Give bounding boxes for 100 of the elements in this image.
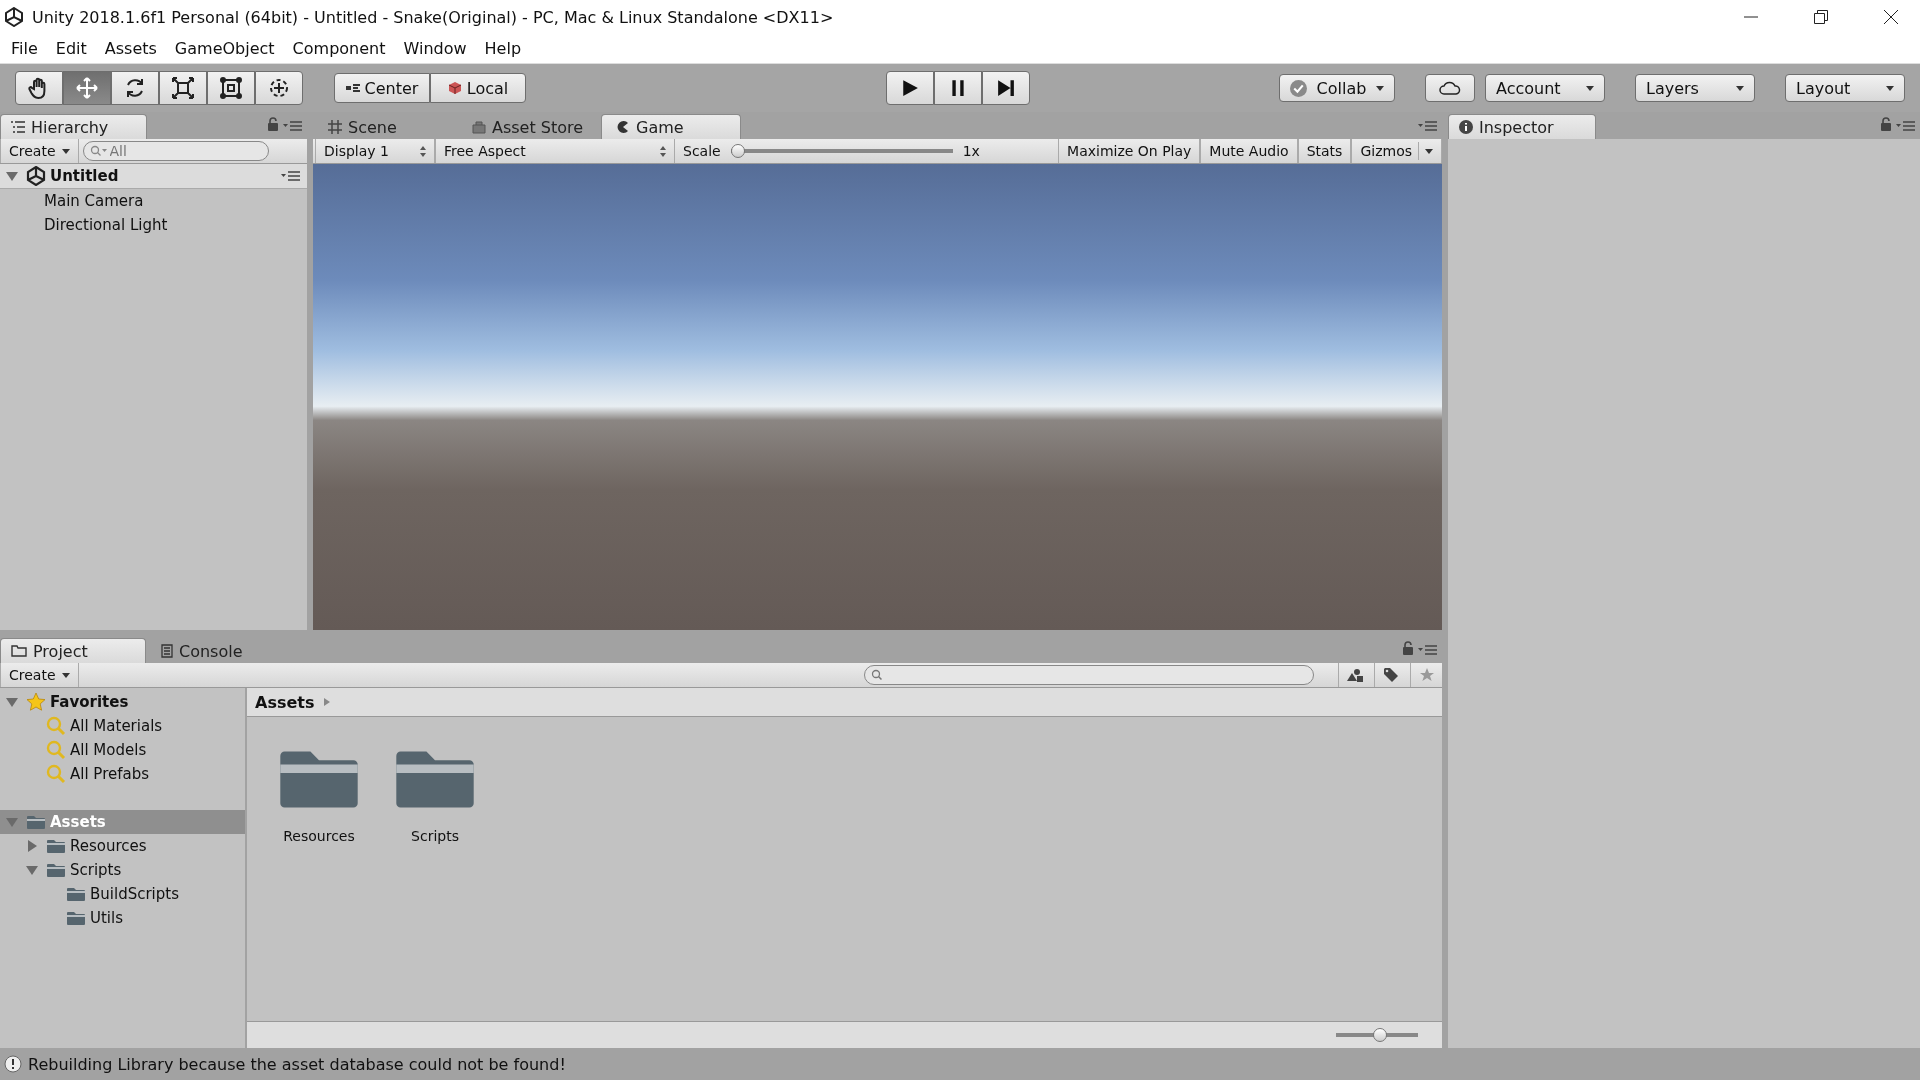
aspect-dropdown[interactable]: Free Aspect xyxy=(435,139,675,163)
asset-tile[interactable]: Resources xyxy=(275,743,363,844)
panel-tab[interactable]: Project xyxy=(0,638,146,663)
panel-menu-icon[interactable] xyxy=(1896,121,1916,131)
search-field[interactable] xyxy=(864,665,1314,685)
tool-button[interactable] xyxy=(111,71,159,105)
play-button[interactable] xyxy=(886,71,934,105)
step-button[interactable] xyxy=(982,71,1030,105)
panel-tab[interactable]: Hierarchy xyxy=(0,114,147,139)
expand-arrow-icon[interactable] xyxy=(6,696,18,708)
panel-menu-icon[interactable] xyxy=(283,121,303,131)
restore-icon[interactable] xyxy=(1814,10,1828,24)
panel-tab[interactable]: Asset Store xyxy=(457,114,597,139)
display-dropdown[interactable]: Display 1 xyxy=(315,139,435,163)
panel-menu-icon[interactable] xyxy=(281,171,301,181)
tree-item[interactable]: Scripts xyxy=(0,858,245,882)
menu-item[interactable]: File xyxy=(2,39,47,58)
toggle-button[interactable]: Stats xyxy=(1297,139,1352,163)
tree-item[interactable]: Resources xyxy=(0,834,245,858)
tree-item-label: All Materials xyxy=(70,717,163,735)
expand-arrow-icon[interactable] xyxy=(26,864,38,876)
scene-row[interactable]: Untitled xyxy=(0,164,307,189)
account-dropdown[interactable]: Account xyxy=(1485,74,1605,102)
panel-menu-icon[interactable] xyxy=(1418,645,1438,655)
lock-icon[interactable] xyxy=(1880,117,1892,131)
scale-icon xyxy=(171,76,195,100)
pause-button[interactable] xyxy=(934,71,982,105)
folder-icon xyxy=(46,862,66,878)
tree-item-label: Favorites xyxy=(50,693,129,711)
pause-icon xyxy=(949,79,967,97)
create-dropdown[interactable]: Create xyxy=(0,663,79,687)
menu-item[interactable]: Help xyxy=(475,39,531,58)
toggle-button[interactable]: Mute Audio xyxy=(1200,139,1298,163)
updown-arrows-icon xyxy=(660,145,666,157)
pivot-button[interactable]: Local xyxy=(430,73,526,103)
tool-button[interactable] xyxy=(207,71,255,105)
list-icon xyxy=(11,121,25,133)
panel-menu-icon[interactable] xyxy=(1418,121,1438,131)
folder-icon xyxy=(26,814,46,830)
tree-item[interactable]: All Materials xyxy=(0,714,245,738)
slider-thumb[interactable] xyxy=(730,144,745,158)
unity-logo-icon xyxy=(26,166,46,186)
pivot-button[interactable]: Center xyxy=(334,73,430,103)
chevron-right-icon xyxy=(324,698,331,706)
tree-item[interactable]: All Models xyxy=(0,738,245,762)
cloud-button[interactable] xyxy=(1425,74,1475,102)
status-message: Rebuilding Library because the asset database could not be found! xyxy=(28,1054,566,1074)
panel-tab[interactable]: Scene xyxy=(313,114,453,139)
toggle-button[interactable]: Maximize On Play xyxy=(1058,139,1201,163)
tool-button[interactable] xyxy=(255,71,303,105)
tree-item[interactable]: BuildScripts xyxy=(0,882,245,906)
layout-dropdown[interactable]: Layout xyxy=(1785,74,1905,102)
expand-arrow-icon[interactable] xyxy=(26,840,38,852)
close-icon[interactable] xyxy=(1884,10,1898,24)
panel-tab[interactable]: Console xyxy=(150,638,296,663)
caret-icon xyxy=(1886,85,1894,91)
magnifier-icon xyxy=(46,716,66,736)
check-circle-icon xyxy=(1290,79,1307,97)
menu-item[interactable]: Assets xyxy=(95,39,166,58)
tree-item[interactable]: Utils xyxy=(0,906,245,930)
pivot-center-icon xyxy=(345,83,360,93)
tool-button[interactable] xyxy=(159,71,207,105)
hierarchy-item[interactable]: Directional Light xyxy=(0,213,307,237)
cube-icon xyxy=(447,81,462,95)
search-icon xyxy=(89,145,108,157)
search-field[interactable]: All xyxy=(82,141,269,161)
star-icon xyxy=(26,692,46,712)
create-dropdown[interactable]: Create xyxy=(0,139,79,163)
panel-tab[interactable]: Inspector xyxy=(1448,114,1596,139)
expand-arrow-icon[interactable] xyxy=(6,170,18,182)
menu-item[interactable]: Edit xyxy=(46,39,96,58)
caret-icon xyxy=(61,672,70,678)
tree-item-label: All Prefabs xyxy=(70,765,150,783)
scene-name: Untitled xyxy=(50,167,119,185)
tree-item[interactable]: Favorites xyxy=(0,690,245,714)
asset-name: Resources xyxy=(283,827,355,844)
menu-item[interactable]: Component xyxy=(283,39,395,58)
shapes-icon xyxy=(1346,667,1363,683)
lock-icon[interactable] xyxy=(267,117,279,131)
gizmos-dropdown[interactable]: Gizmos xyxy=(1351,139,1442,163)
layers-dropdown[interactable]: Layers xyxy=(1635,74,1755,102)
magnifier-icon xyxy=(46,740,66,760)
tree-item-label: BuildScripts xyxy=(90,885,179,903)
menu-item[interactable]: Window xyxy=(394,39,476,58)
slider-thumb[interactable] xyxy=(1373,1028,1388,1042)
caret-icon xyxy=(1586,85,1594,91)
lock-icon[interactable] xyxy=(1402,641,1414,655)
transform-tool-icon xyxy=(267,76,291,100)
scale-label: Scale xyxy=(683,143,721,159)
tree-item[interactable]: All Prefabs xyxy=(0,762,245,786)
breadcrumb[interactable]: Assets xyxy=(255,692,315,712)
asset-tile[interactable]: Scripts xyxy=(391,743,479,844)
menu-item[interactable]: GameObject xyxy=(165,39,284,58)
tree-item-label: Resources xyxy=(70,837,147,855)
panel-tab[interactable]: Game xyxy=(601,114,741,139)
collab-button[interactable]: Collab xyxy=(1279,74,1395,102)
tag-icon xyxy=(1382,667,1399,683)
hierarchy-item[interactable]: Main Camera xyxy=(0,189,307,213)
tree-item-label: Assets xyxy=(50,813,106,831)
tool-button[interactable] xyxy=(15,71,63,105)
